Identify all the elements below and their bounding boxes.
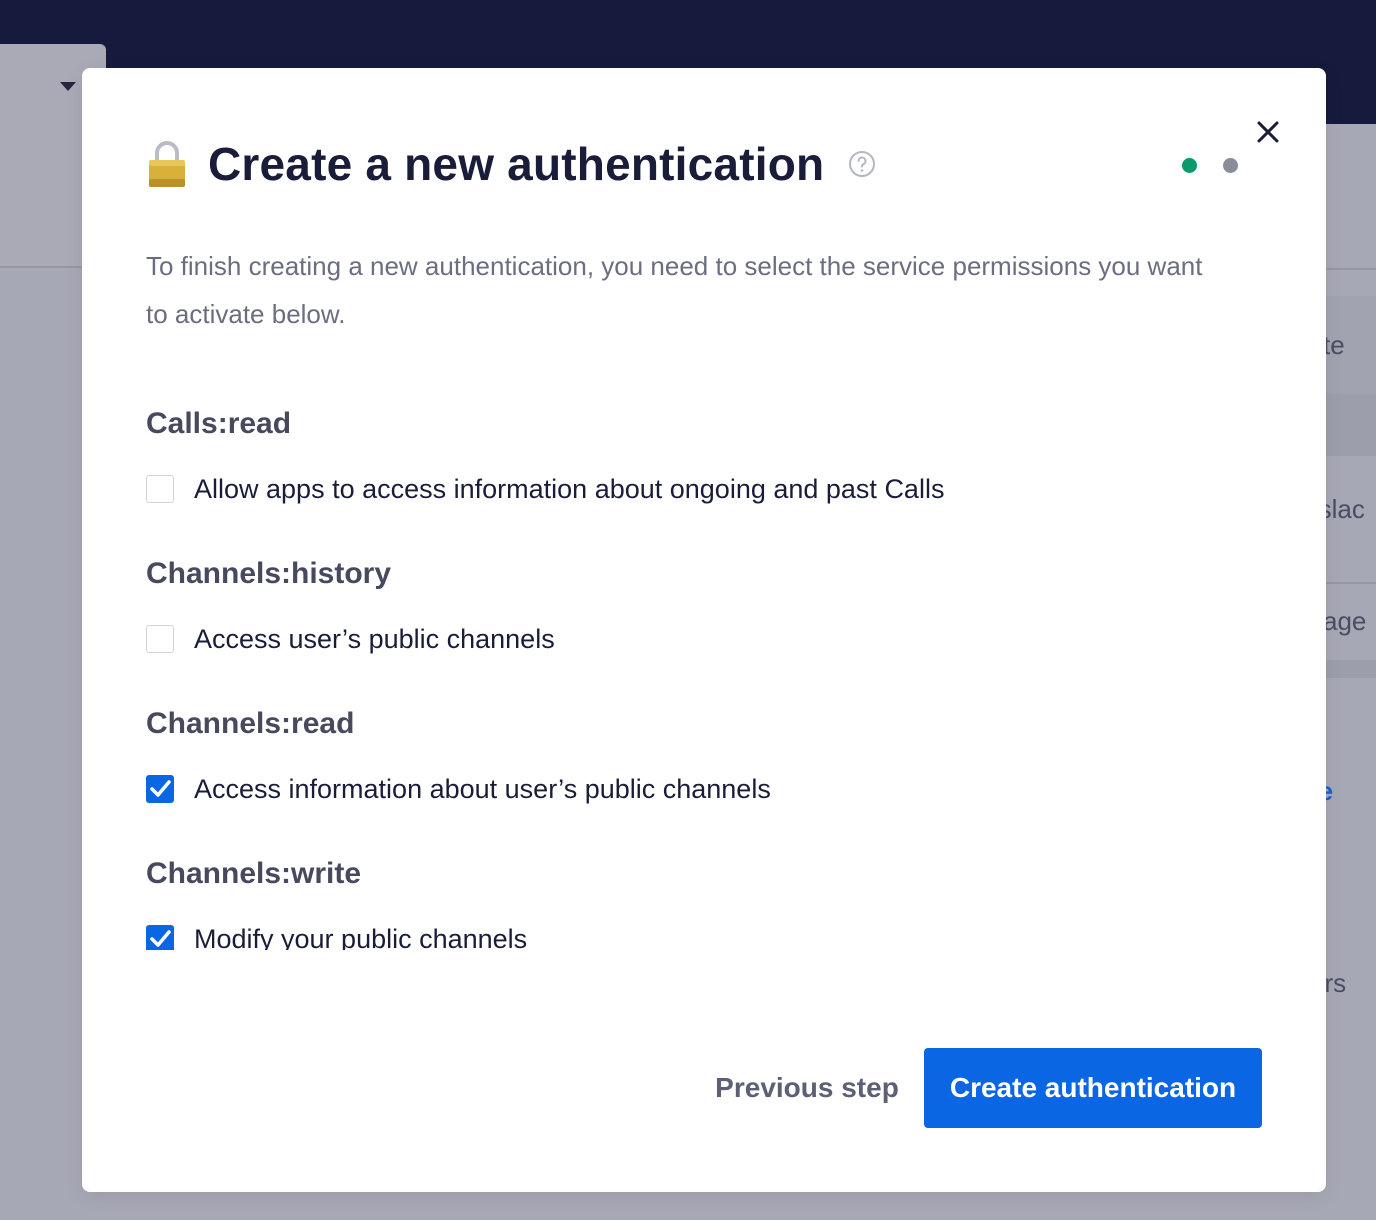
close-icon	[1257, 121, 1279, 143]
step-dot-upcoming	[1223, 158, 1238, 173]
permission-heading: Channels:write	[146, 857, 362, 890]
step-dot-current	[1182, 158, 1197, 173]
permission-checkbox[interactable]	[146, 475, 174, 503]
modal-header: Create a new authentication	[146, 134, 876, 194]
permission-label: Allow apps to access information about o…	[194, 473, 945, 504]
checkmark-icon	[150, 930, 171, 947]
permission-checkbox[interactable]	[146, 925, 174, 950]
close-button[interactable]	[1252, 116, 1284, 148]
checkmark-icon	[150, 780, 171, 797]
permission-checkbox[interactable]	[146, 625, 174, 653]
intro-text: To finish creating a new authentication,…	[146, 251, 1203, 329]
help-icon[interactable]	[848, 150, 876, 178]
permission-option[interactable]: Access user’s public channels	[146, 604, 1262, 674]
modal-footer: Previous step Create authentication	[82, 1048, 1326, 1128]
previous-step-button[interactable]: Previous step	[702, 1048, 912, 1128]
create-authentication-button[interactable]: Create authentication	[924, 1048, 1262, 1128]
create-authentication-modal: Create a new authentication To finish cr…	[82, 68, 1326, 1192]
permissions-list[interactable]: Calls:read Allow apps to access informat…	[146, 394, 1262, 950]
permission-group: Channels:write Modify your public channe…	[146, 844, 1262, 950]
background-divider	[1326, 582, 1376, 584]
permission-option[interactable]: Allow apps to access information about o…	[146, 454, 1262, 524]
permission-option[interactable]: Access information about user’s public c…	[146, 754, 1262, 824]
permission-heading: Channels:read	[146, 707, 355, 740]
permission-label: Modify your public channels	[194, 923, 528, 951]
background-block	[1326, 660, 1376, 678]
permission-group: Channels:history Access user’s public ch…	[146, 544, 1262, 694]
permission-checkbox[interactable]	[146, 775, 174, 803]
background-block	[1326, 394, 1376, 456]
permission-label: Access information about user’s public c…	[194, 773, 771, 804]
permission-group: Channels:read Access information about u…	[146, 694, 1262, 844]
permission-group: Calls:read Allow apps to access informat…	[146, 394, 1262, 544]
lock-icon	[149, 141, 185, 187]
permission-heading: Calls:read	[146, 407, 292, 440]
permission-heading: Channels:history	[146, 557, 392, 590]
caret-down-icon	[60, 82, 76, 91]
modal-title: Create a new authentication	[208, 138, 825, 190]
permission-option[interactable]: Modify your public channels	[146, 904, 1262, 950]
permission-label: Access user’s public channels	[194, 623, 555, 654]
step-indicator	[1182, 158, 1238, 173]
background-divider	[1326, 268, 1376, 270]
